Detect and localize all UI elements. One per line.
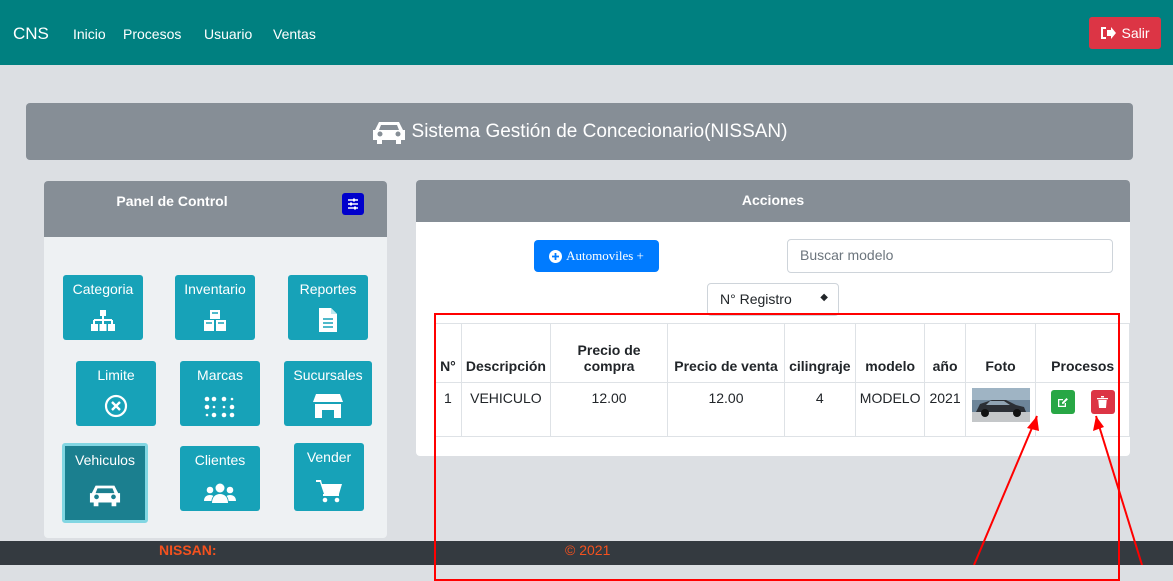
arrowhead-delete [1093,416,1104,431]
annotation-arrow-edit [973,415,1038,565]
arrowhead-edit [1027,416,1039,431]
annotation-arrows [973,415,1143,565]
annotation-arrow-delete [1095,415,1143,565]
